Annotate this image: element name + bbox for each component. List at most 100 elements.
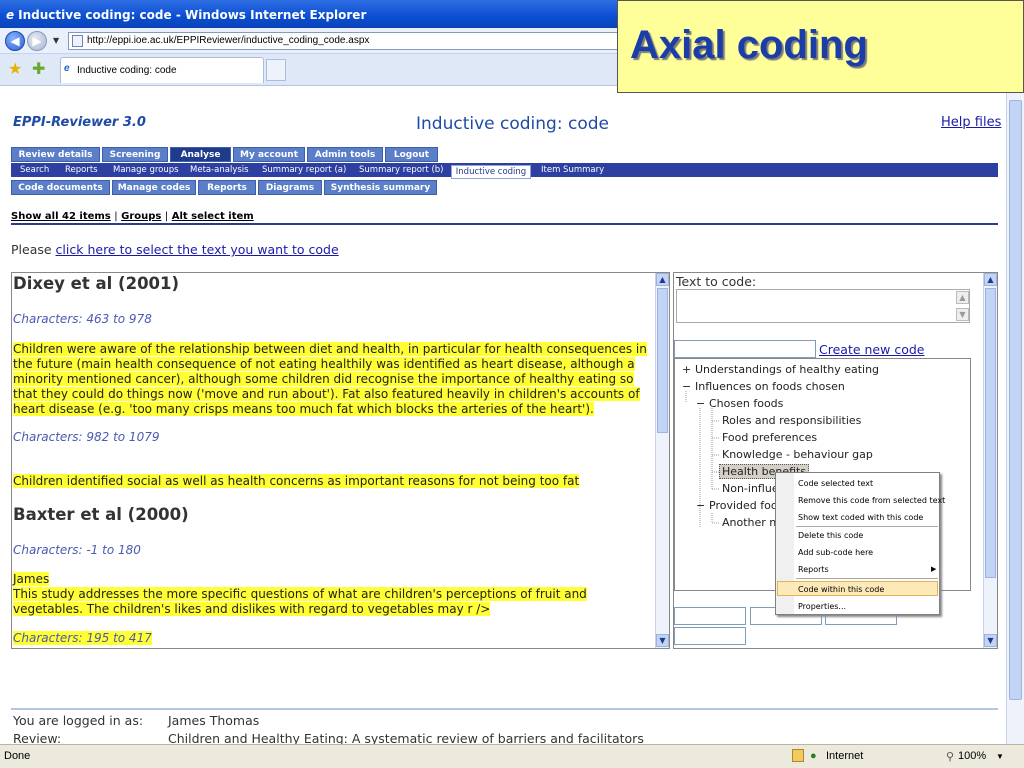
tab-logout[interactable]: Logout xyxy=(385,147,438,162)
menu-item-code-within[interactable]: Code within this code xyxy=(798,585,884,594)
menu-item-show-text-coded[interactable]: Show text coded with this code xyxy=(798,513,923,522)
tree-expander-minus-icon[interactable]: − xyxy=(682,380,691,393)
tree-node[interactable]: Roles and responsibilities xyxy=(722,414,861,427)
tree-node[interactable]: Understandings of healthy eating xyxy=(695,363,879,376)
address-bar[interactable]: http://eppi.ioe.ac.uk/EPPIReviewer/induc… xyxy=(68,32,628,50)
menu-item-reports[interactable]: Reports xyxy=(798,565,829,574)
scroll-up-icon[interactable]: ▲ xyxy=(656,273,669,286)
study-heading: Baxter et al (2000) xyxy=(13,505,189,524)
tree-node[interactable]: Food preferences xyxy=(722,431,817,444)
character-range: Characters: -1 to 180 xyxy=(13,543,141,557)
new-tab-button[interactable] xyxy=(266,59,286,81)
menu-item-add-sub-code[interactable]: Add sub-code here xyxy=(798,548,873,557)
coded-paragraph[interactable]: Children identified social as well as he… xyxy=(13,474,580,489)
back-icon[interactable]: ◀ xyxy=(5,31,25,51)
subtab-inductive-coding[interactable]: Inductive coding xyxy=(451,165,531,179)
subtab-search[interactable]: Search xyxy=(20,165,49,175)
groups-link[interactable]: Groups xyxy=(121,211,161,222)
forward-icon[interactable]: ▶ xyxy=(27,31,47,51)
coded-paragraph[interactable]: Children were aware of the relationship … xyxy=(13,342,647,417)
page-scroll-thumb[interactable] xyxy=(1009,100,1022,700)
tab-reports[interactable]: Reports xyxy=(198,180,256,195)
tree-node[interactable]: Provided food xyxy=(709,499,785,512)
text-to-code-field[interactable]: ▲ ▼ xyxy=(676,289,970,323)
nav-buttons: ◀ ▶ xyxy=(5,31,49,51)
security-icon xyxy=(792,749,804,762)
alt-select-item-link[interactable]: Alt select item xyxy=(172,211,254,222)
code-panel-scrollbar[interactable]: ▲ ▼ xyxy=(983,273,997,648)
document-panel[interactable]: Dixey et al (2001) Characters: 463 to 97… xyxy=(11,272,670,649)
tree-expander-minus-icon[interactable]: − xyxy=(696,397,705,410)
scroll-down-icon[interactable]: ▼ xyxy=(984,634,997,647)
window-title: Inductive coding: code - Windows Interne… xyxy=(18,8,367,22)
zoom-level[interactable]: 100% xyxy=(958,750,986,762)
menu-item-code-selected-text[interactable]: Code selected text xyxy=(798,479,873,488)
document-scrollbar[interactable]: ▲ ▼ xyxy=(655,273,669,648)
scroll-down-icon[interactable]: ▼ xyxy=(956,308,969,321)
tab-analyse[interactable]: Analyse xyxy=(170,147,231,162)
tree-node[interactable]: Influences on foods chosen xyxy=(695,380,845,393)
subtab-manage-groups[interactable]: Manage groups xyxy=(113,165,179,175)
submenu-arrow-icon: ▶ xyxy=(931,565,937,573)
help-files-link[interactable]: Help files xyxy=(941,115,1001,130)
character-range: Characters: 982 to 1079 xyxy=(13,430,160,444)
status-text: Done xyxy=(4,750,31,762)
subtab-item-summary[interactable]: Item Summary xyxy=(541,165,604,175)
document-scroll-thumb[interactable] xyxy=(657,288,668,433)
study-heading: Dixey et al (2001) xyxy=(13,274,180,293)
menu-item-properties[interactable]: Properties... xyxy=(798,602,846,611)
favorites-star-icon[interactable]: ★ xyxy=(8,59,22,78)
page-title: Inductive coding: code xyxy=(416,114,609,134)
text-to-code-label: Text to code: xyxy=(676,274,757,289)
character-range: Characters: 195 to 417 xyxy=(13,631,152,646)
show-all-items-link[interactable]: Show all 42 items xyxy=(11,211,111,222)
scroll-up-icon[interactable]: ▲ xyxy=(956,291,969,304)
zoom-dropdown-icon[interactable]: ▼ xyxy=(996,752,1004,761)
menu-item-remove-code[interactable]: Remove this code from selected text xyxy=(798,496,945,505)
character-range-text: Characters: 195 to 417 xyxy=(13,631,152,645)
menu-item-delete-code[interactable]: Delete this code xyxy=(798,531,863,540)
subtab-summary-report-a[interactable]: Summary report (a) xyxy=(262,165,346,175)
tab-review-details[interactable]: Review details xyxy=(11,147,100,162)
subtab-reports[interactable]: Reports xyxy=(65,165,98,175)
text-line: Children were aware of the relationship … xyxy=(13,342,647,356)
footer: You are logged in as: James Thomas Revie… xyxy=(11,708,998,746)
create-new-code-link[interactable]: Create new code xyxy=(819,342,924,357)
code-button-4[interactable] xyxy=(674,627,746,645)
subtab-meta-analysis[interactable]: Meta-analysis xyxy=(190,165,249,175)
tree-node[interactable]: Non-influer xyxy=(722,482,783,495)
menu-separator xyxy=(796,578,938,579)
logged-in-user: James Thomas xyxy=(168,713,260,728)
tree-expander-minus-icon[interactable]: − xyxy=(696,499,705,512)
browser-tab[interactable]: e Inductive coding: code xyxy=(60,57,264,83)
tab-diagrams[interactable]: Diagrams xyxy=(258,180,322,195)
subtab-summary-report-b[interactable]: Summary report (b) xyxy=(359,165,443,175)
text-line: heart disease (e.g. 'too many crisps mea… xyxy=(13,402,594,416)
add-favorite-icon[interactable]: ✚ xyxy=(32,59,45,78)
coded-paragraph[interactable]: James This study addresses the more spec… xyxy=(13,572,587,617)
tab-manage-codes[interactable]: Manage codes xyxy=(112,180,196,195)
history-dropdown-icon[interactable]: ▼ xyxy=(53,36,59,45)
app-brand: EPPI-Reviewer 3.0 xyxy=(13,115,146,130)
scroll-down-icon[interactable]: ▼ xyxy=(656,634,669,647)
tab-admin-tools[interactable]: Admin tools xyxy=(307,147,383,162)
code-button-1[interactable] xyxy=(674,607,746,625)
text-line: minority mentioned cancer), although som… xyxy=(13,372,634,386)
tree-node[interactable]: Another ne xyxy=(722,516,783,529)
tab-screening[interactable]: Screening xyxy=(102,147,168,162)
tab-code-documents[interactable]: Code documents xyxy=(11,180,110,195)
context-menu: Code selected text Remove this code from… xyxy=(775,472,945,615)
tab-synthesis-summary[interactable]: Synthesis summary xyxy=(324,180,437,195)
code-scroll-thumb[interactable] xyxy=(985,288,996,578)
select-text-link[interactable]: click here to select the text you want t… xyxy=(56,242,339,257)
menu-separator xyxy=(796,526,938,527)
tree-expander-plus-icon[interactable]: + xyxy=(682,363,691,376)
new-code-input[interactable] xyxy=(674,340,816,358)
zone-text: Internet xyxy=(826,750,864,762)
status-bar: Done ● Internet ⚲ 100% ▼ xyxy=(0,744,1024,768)
tree-node[interactable]: Knowledge - behaviour gap xyxy=(722,448,873,461)
tree-node[interactable]: Chosen foods xyxy=(709,397,783,410)
page-scrollbar[interactable] xyxy=(1006,86,1024,744)
scroll-up-icon[interactable]: ▲ xyxy=(984,273,997,286)
tab-my-account[interactable]: My account xyxy=(233,147,305,162)
